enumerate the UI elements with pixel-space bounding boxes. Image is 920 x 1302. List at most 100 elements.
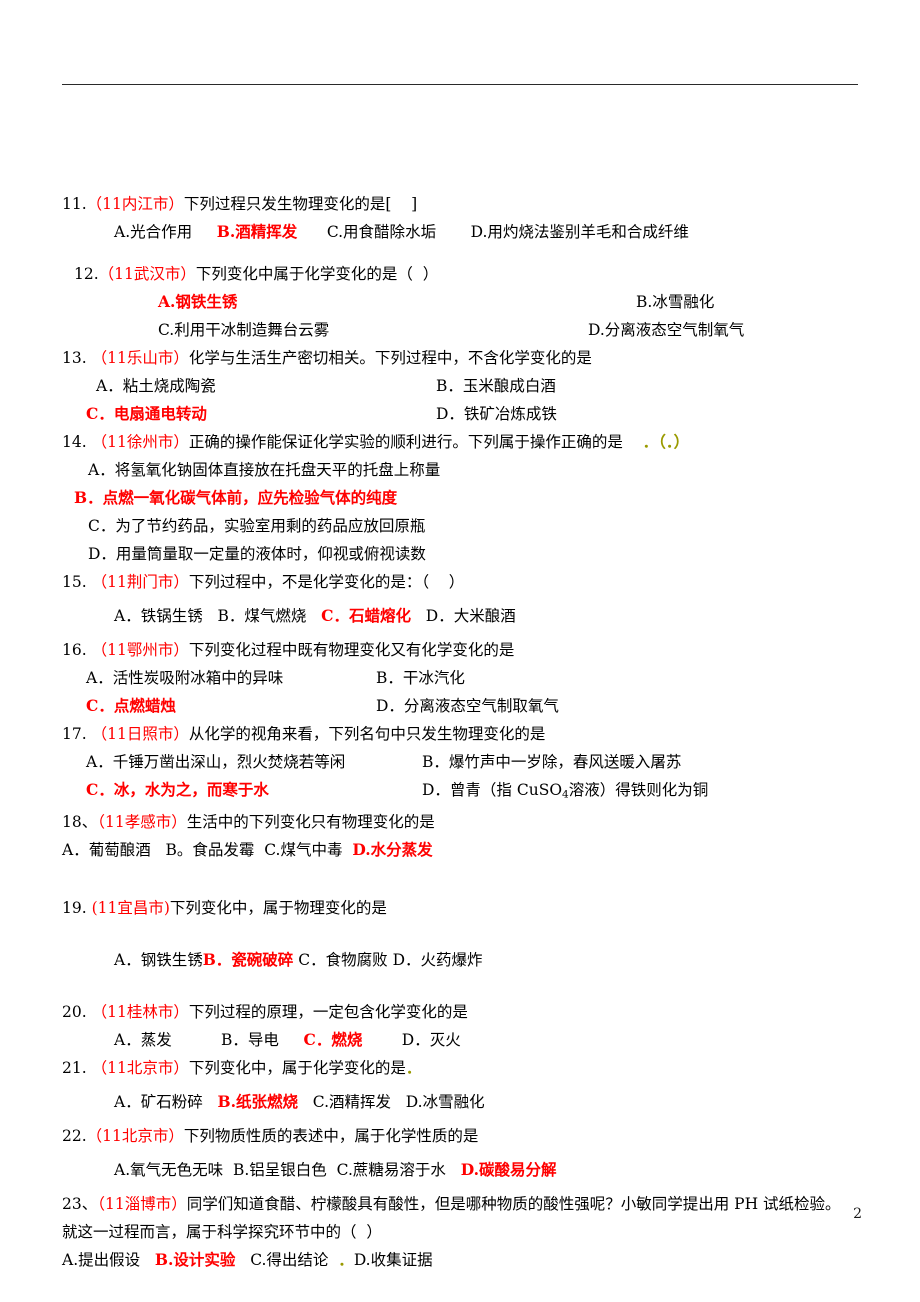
option-11-c: C.用食醋除水垢 — [326, 223, 437, 241]
option-13-a: A．粘土烧成陶瓷 — [96, 377, 216, 395]
question-12-stem: 12.（11武汉市）下列变化中属于化学变化的是（ ） — [62, 260, 862, 288]
question-12-options-row-2: C.利用干冰制造舞台云雾 D.分离液态空气制氧气 — [62, 316, 862, 344]
option-15-d: D．大米酿酒 — [425, 607, 516, 625]
option-18-a: A．葡萄酿酒 — [62, 841, 151, 860]
option-19-a: A．钢铁生锈 — [114, 951, 203, 970]
question-item-13: 13. （11乐山市）化学与生活生产密切相关。下列过程中，不含化学变化的是 A．… — [62, 344, 862, 428]
question-18-source: （11孝感市） — [97, 813, 187, 832]
option-15-c: C．石蜡熔化 — [321, 606, 412, 625]
question-18-stem: 18、（11孝感市）生活中的下列变化只有物理变化的是 — [62, 808, 862, 836]
question-18-stem-text: 生活中的下列变化只有物理变化的是 — [186, 813, 435, 832]
question-23-source: （11淄博市） — [97, 1195, 187, 1214]
question-21-stem-text: 下列变化中，属于化学变化的是 — [188, 1059, 406, 1078]
question-13-options-row-2: C．电扇通电转动 D．铁矿冶炼成铁 — [62, 400, 862, 428]
option-20-a: A．蒸发 — [114, 1031, 172, 1050]
question-17-options-row-1: A．千锤万凿出深山，烈火焚烧若等闲 B．爆竹声中一岁除，春风送暖入屠苏 — [62, 748, 862, 776]
option-22-d: D.碳酸易分解 — [460, 1160, 557, 1180]
question-19-stem-text: 下列变化中，属于物理变化的是 — [169, 899, 387, 918]
option-14-d: D．用量筒量取一定量的液体时，仰视或俯视读数 — [88, 545, 426, 563]
option-21-b: B.纸张燃烧 — [217, 1092, 298, 1112]
option-16-c: C．点燃蜡烛 — [86, 696, 176, 715]
question-23-option-mark: ． — [338, 1250, 354, 1270]
question-11-stem-text: 下列过程只发生物理变化的是[ ] — [183, 195, 418, 213]
question-17-number: 17. — [62, 725, 87, 743]
question-21-options: A．矿石粉碎 B.纸张燃烧 C.酒精挥发 D.冰雪融化 — [62, 1088, 862, 1116]
question-20-source: （11桂林市） — [91, 1003, 189, 1022]
option-12-c: C.利用干冰制造舞台云雾 — [158, 321, 330, 339]
question-18-options: A．葡萄酿酒 B。食品发霉 C.煤气中毒 D.水分蒸发 — [62, 836, 862, 864]
option-21-d: D.冰雪融化 — [405, 1093, 485, 1112]
question-23-stem-line-1: 23、（11淄博市）同学们知道食醋、柠檬酸具有酸性，但是哪种物质的酸性强呢？小敏… — [62, 1190, 862, 1218]
option-12-a: A.钢铁生锈 — [158, 292, 238, 311]
option-16-a: A．活性炭吸附冰箱中的异味 — [86, 669, 284, 687]
question-12-options-row-1: A.钢铁生锈 B.冰雪融化 — [62, 288, 862, 316]
question-15-number: 15. — [62, 573, 87, 591]
option-17-d-suffix: 溶液）得铁则化为铜 — [568, 781, 709, 799]
question-11-stem: 11.（11内江市）下列过程只发生物理变化的是[ ] — [62, 190, 862, 218]
question-item-19: 19. (11宜昌市)下列变化中，属于物理变化的是 A．钢铁生锈B．瓷碗破碎 C… — [62, 894, 862, 974]
option-21-a: A．矿石粉碎 — [114, 1093, 203, 1112]
question-20-number: 20. — [62, 1003, 87, 1022]
question-17-stem-text: 从化学的视角来看，下列名句中只发生物理变化的是 — [188, 725, 546, 743]
option-14-d-line: D．用量筒量取一定量的液体时，仰视或俯视读数 — [62, 540, 862, 568]
question-21-number: 21. — [62, 1059, 87, 1078]
option-13-c: C．电扇通电转动 — [86, 404, 207, 423]
question-item-15: 15. （11荆门市）下列过程中，不是化学变化的是：（ ） A．铁锅生锈 B．煤… — [62, 568, 862, 630]
question-14-number: 14. — [62, 433, 87, 451]
option-15-b: B．煤气燃烧 — [217, 607, 307, 625]
option-18-c: C.煤气中毒 — [264, 841, 343, 860]
option-14-c: C．为了节约药品，实验室用剩的药品应放回原瓶 — [88, 517, 426, 535]
option-21-c: C.酒精挥发 — [312, 1093, 392, 1112]
option-20-b: B．导电 — [220, 1031, 279, 1050]
option-22-a: A.氧气无色无味 — [114, 1161, 224, 1180]
question-item-17: 17. （11日照市）从化学的视角来看，下列名句中只发生物理变化的是 A．千锤万… — [62, 720, 862, 808]
option-18-d: D.水分蒸发 — [352, 840, 433, 860]
question-item-12: 12.（11武汉市）下列变化中属于化学变化的是（ ） A.钢铁生锈 B.冰雪融化… — [62, 260, 862, 344]
option-13-d: D．铁矿冶炼成铁 — [436, 405, 557, 423]
option-17-c: C．冰，水为之，而寒于水 — [86, 780, 269, 799]
document-page: 11.（11内江市）下列过程只发生物理变化的是[ ] A.光合作用 B.酒精挥发… — [0, 0, 920, 1302]
question-13-stem: 13. （11乐山市）化学与生活生产密切相关。下列过程中，不含化学变化的是 — [62, 344, 862, 372]
question-12-source: （11武汉市） — [98, 265, 196, 283]
option-11-a: A.光合作用 — [114, 223, 193, 241]
question-14-stem-text: 正确的操作能保证化学实验的顺利进行。下列属于操作正确的是 — [188, 433, 623, 451]
question-19-number: 19. — [62, 899, 87, 918]
question-22-source: （11北京市） — [86, 1127, 184, 1146]
question-13-number: 13. — [62, 349, 87, 367]
question-11-source: （11内江市） — [86, 195, 184, 213]
option-16-b: B．干冰汽化 — [376, 669, 465, 687]
question-12-stem-text: 下列变化中属于化学变化的是（ ） — [195, 265, 439, 283]
question-23-stem-line-2: 就这一过程而言，属于科学探究环节中的（ ） — [62, 1218, 862, 1246]
option-14-c-line: C．为了节约药品，实验室用剩的药品应放回原瓶 — [62, 512, 862, 540]
option-16-d: D．分离液态空气制取氧气 — [376, 697, 559, 715]
option-11-d: D.用灼烧法鉴别羊毛和合成纤维 — [470, 223, 689, 241]
question-17-options-row-2: C．冰，水为之，而寒于水 D．曾青（指 CuSO4溶液）得铁则化为铜 — [62, 776, 862, 808]
question-item-16: 16. （11鄂州市）下列变化过程中既有物理变化又有化学变化的是 A．活性炭吸附… — [62, 636, 862, 720]
question-23-stem-text-1: 同学们知道食醋、柠檬酸具有酸性，但是哪种物质的酸性强呢？小敏同学提出用 PH 试… — [186, 1195, 841, 1214]
question-22-number: 22. — [62, 1127, 87, 1146]
question-16-stem-text: 下列变化过程中既有物理变化又有化学变化的是 — [188, 641, 515, 659]
option-12-d: D.分离液态空气制氧气 — [588, 321, 745, 339]
question-12-number: 12. — [74, 265, 99, 283]
question-item-18: 18、（11孝感市）生活中的下列变化只有物理变化的是 A．葡萄酿酒 B。食品发霉… — [62, 808, 862, 864]
question-16-number: 16. — [62, 641, 87, 659]
question-23-options: A.提出假设 B.设计实验 C.得出结论 ．D.收集证据 — [62, 1246, 862, 1274]
option-17-a: A．千锤万凿出深山，烈火焚烧若等闲 — [86, 753, 346, 771]
question-17-source: （11日照市） — [91, 725, 189, 743]
option-14-b: B．点燃一氧化碳气体前，应先检验气体的纯度 — [74, 488, 398, 507]
option-15-a: A．铁锅生锈 — [114, 607, 203, 625]
option-17-b: B．爆竹声中一岁除，春风送暖入屠苏 — [422, 753, 682, 771]
question-16-source: （11鄂州市） — [91, 641, 189, 659]
option-19-d: D．火药爆炸 — [392, 951, 483, 970]
option-14-a-line: A．将氢氧化钠固体直接放在托盘天平的托盘上称量 — [62, 456, 862, 484]
option-23-a: A.提出假设 — [62, 1251, 141, 1270]
question-item-23: 23、（11淄博市）同学们知道食醋、柠檬酸具有酸性，但是哪种物质的酸性强呢？小敏… — [62, 1190, 862, 1274]
option-11-b: B.酒精挥发 — [216, 222, 298, 241]
question-14-stem: 14. （11徐州市）正确的操作能保证化学实验的顺利进行。下列属于操作正确的是 … — [62, 428, 862, 456]
question-18-number: 18、 — [62, 813, 98, 832]
question-item-11: 11.（11内江市）下列过程只发生物理变化的是[ ] A.光合作用 B.酒精挥发… — [62, 190, 862, 246]
question-19-stem: 19. (11宜昌市)下列变化中，属于物理变化的是 — [62, 894, 862, 922]
question-16-options-row-1: A．活性炭吸附冰箱中的异味 B．干冰汽化 — [62, 664, 862, 692]
option-14-a: A．将氢氧化钠固体直接放在托盘天平的托盘上称量 — [88, 461, 441, 479]
question-15-stem-text: 下列过程中，不是化学变化的是：（ ） — [188, 573, 465, 591]
